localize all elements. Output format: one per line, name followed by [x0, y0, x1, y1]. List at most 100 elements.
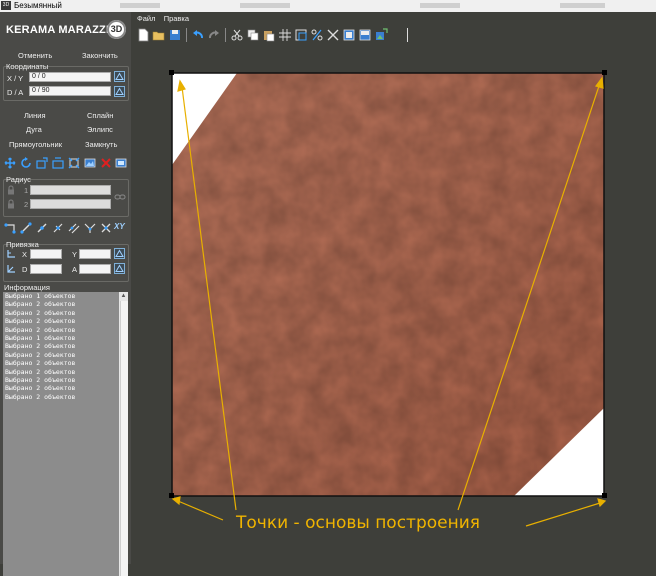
- cut-icon[interactable]: [230, 28, 244, 42]
- coords-title: Координаты: [6, 62, 49, 71]
- log-line: Выбрано 2 объектов: [5, 392, 76, 401]
- radius-2-field[interactable]: [30, 199, 111, 209]
- scroll-thumb[interactable]: [120, 301, 128, 576]
- new-file-icon[interactable]: [136, 28, 150, 42]
- log-line: Выбрано 2 объектов: [5, 359, 76, 368]
- snap-bisector-icon[interactable]: [84, 222, 96, 234]
- left-panel: KERAMA MARAZZI 3D Отменить Закончить Коо…: [0, 12, 131, 576]
- corner-handle[interactable]: [169, 70, 174, 75]
- log-line: Выбрано 2 объектов: [5, 376, 76, 385]
- mirror-icon[interactable]: [52, 157, 64, 169]
- chain-link-icon[interactable]: [114, 192, 126, 202]
- paste-icon[interactable]: [262, 28, 276, 42]
- logo-badge: 3D: [107, 20, 126, 39]
- xy-field[interactable]: 0 / 0: [29, 72, 111, 82]
- snap-midpoint-icon[interactable]: [36, 222, 48, 234]
- grid-icon[interactable]: [278, 28, 292, 42]
- toolbar: [134, 27, 434, 43]
- percent-icon[interactable]: [310, 28, 324, 42]
- radius-1-field[interactable]: [30, 185, 111, 195]
- toolbar-separator: [407, 28, 408, 42]
- scale-icon[interactable]: [36, 157, 48, 169]
- menu-file[interactable]: Файл: [137, 14, 155, 23]
- arc-button[interactable]: Дуга: [26, 125, 42, 134]
- rectangle-button[interactable]: Прямоугольник: [9, 140, 62, 149]
- info-title: Информация: [4, 283, 50, 292]
- layout-icon[interactable]: [358, 28, 372, 42]
- log-line: Выбрано 1 объектов: [5, 292, 76, 300]
- logo-brand: KERAMA MARAZZI: [6, 24, 110, 36]
- line-button[interactable]: Линия: [24, 111, 46, 120]
- logo: KERAMA MARAZZI 3D: [6, 20, 128, 40]
- log-line: Выбрано 2 объектов: [5, 342, 76, 351]
- snap-da-delta-button[interactable]: [114, 263, 125, 274]
- radius-2-label: 2: [24, 200, 29, 209]
- log-line: Выбрано 2 объектов: [5, 308, 76, 317]
- menu-edit[interactable]: Правка: [164, 14, 189, 23]
- image-icon[interactable]: [84, 157, 96, 169]
- snap-intersection-icon[interactable]: [100, 222, 112, 234]
- canvas[interactable]: [131, 48, 656, 564]
- info-log: Выбрано 1 объектов Выбрано 2 объектов Вы…: [3, 292, 119, 576]
- da-label: D / A: [7, 88, 24, 97]
- ellipse-button[interactable]: Эллипс: [87, 125, 113, 134]
- scroll-up-icon[interactable]: ▲: [120, 293, 127, 300]
- snap-title: Привязка: [6, 240, 39, 249]
- xy-delta-button[interactable]: [114, 71, 125, 82]
- open-folder-icon[interactable]: [152, 28, 166, 42]
- close-shape-button[interactable]: Замкнуть: [85, 140, 117, 149]
- frame-icon[interactable]: [294, 28, 308, 42]
- da-field[interactable]: 0 / 90: [29, 86, 111, 96]
- radius-title: Радиус: [6, 175, 31, 184]
- spline-button[interactable]: Сплайн: [87, 111, 113, 120]
- undo-button[interactable]: Отменить: [18, 51, 52, 60]
- blurred-tab: [420, 3, 460, 8]
- log-line: Выбрано 2 объектов: [5, 325, 76, 334]
- snap-x-field[interactable]: [30, 249, 62, 259]
- snap-xy-delta-button[interactable]: [114, 248, 125, 259]
- radius-1-label: 1: [24, 186, 29, 195]
- log-line: Выбрано 2 объектов: [5, 350, 76, 359]
- lock-icon[interactable]: [6, 185, 16, 195]
- delete-icon[interactable]: [100, 157, 112, 169]
- snap-d-field[interactable]: [30, 264, 62, 274]
- snap-y-field[interactable]: [79, 249, 111, 259]
- cross-icon[interactable]: [326, 28, 340, 42]
- save-icon[interactable]: [168, 28, 182, 42]
- info-scrollbar[interactable]: ▲: [119, 292, 128, 576]
- xy-snap-label: XY: [114, 222, 125, 231]
- corner-handle[interactable]: [602, 493, 607, 498]
- screen-icon[interactable]: [115, 157, 127, 169]
- xy-snap-button[interactable]: XY: [114, 222, 128, 234]
- blurred-tab: [240, 3, 290, 8]
- corner-handle[interactable]: [169, 493, 174, 498]
- log-line: Выбрано 2 объектов: [5, 317, 76, 326]
- move-icon[interactable]: [4, 157, 16, 169]
- snap-perpendicular-icon[interactable]: [52, 222, 64, 234]
- copy-icon[interactable]: [246, 28, 260, 42]
- toolbar-separator: [225, 28, 226, 42]
- log-line: Выбрано 1 объектов: [5, 334, 76, 343]
- finish-button[interactable]: Закончить: [82, 51, 118, 60]
- menu-bar: Файл Правка: [137, 14, 195, 24]
- title-bar: 3D Безымянный: [0, 0, 656, 12]
- snap-a-field[interactable]: [79, 264, 111, 274]
- annotation-label: Точки - основы построения: [236, 513, 481, 533]
- app-icon: 3D: [1, 1, 11, 10]
- lock-icon[interactable]: [6, 199, 16, 209]
- redo-icon[interactable]: [207, 28, 221, 42]
- fit-icon[interactable]: [68, 157, 80, 169]
- window-icon[interactable]: [342, 28, 356, 42]
- da-delta-button[interactable]: [114, 86, 125, 97]
- snap-endpoints-icon[interactable]: [4, 222, 16, 234]
- toolbar-separator: [186, 28, 187, 42]
- tile-texture: [172, 73, 604, 496]
- undo-icon[interactable]: [191, 28, 205, 42]
- corner-handle[interactable]: [602, 70, 607, 75]
- snap-a-label: A: [72, 265, 78, 274]
- snap-line-icon[interactable]: [20, 222, 32, 234]
- export-image-icon[interactable]: [374, 28, 388, 42]
- blurred-tab: [560, 3, 605, 8]
- rotate-icon[interactable]: [20, 157, 32, 169]
- snap-parallel-icon[interactable]: [68, 222, 80, 234]
